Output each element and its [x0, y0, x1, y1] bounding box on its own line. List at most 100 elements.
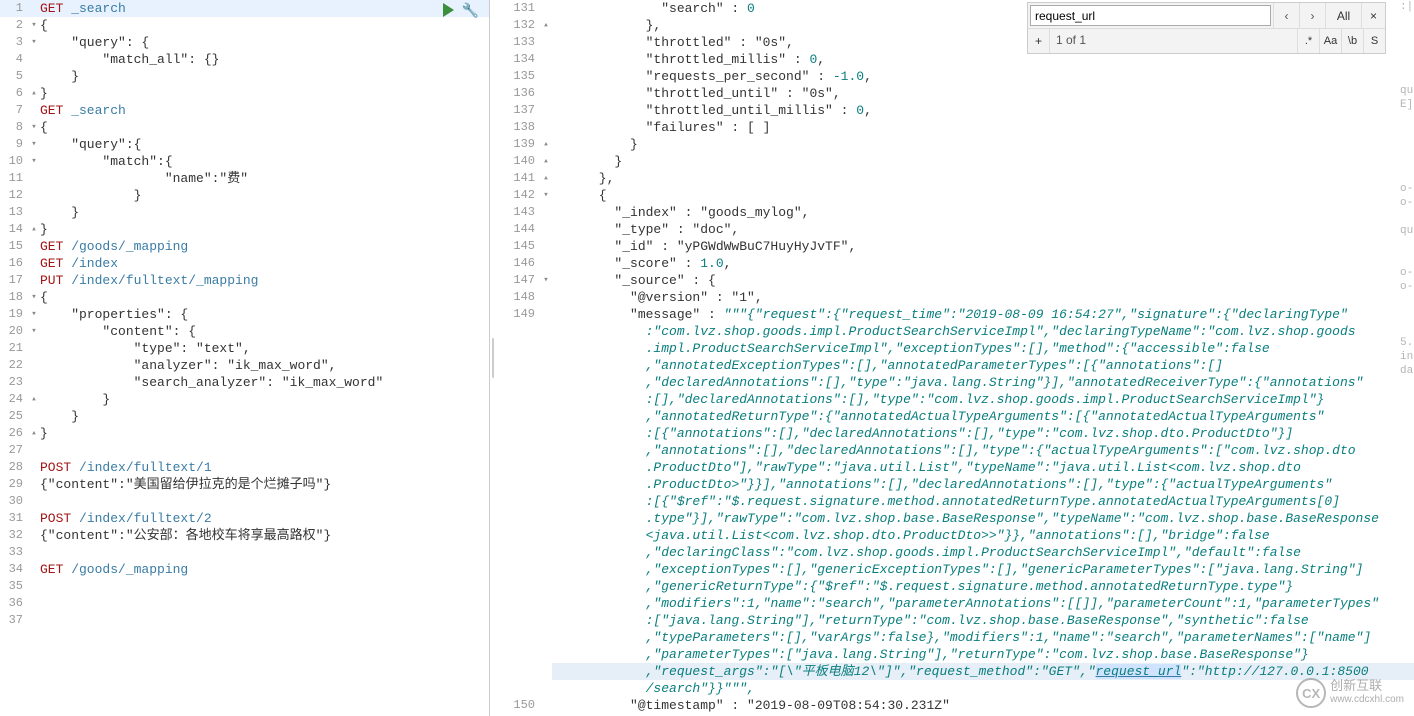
- search-next-button[interactable]: ›: [1299, 3, 1325, 28]
- code-line[interactable]: ,"exceptionTypes":[],"genericExceptionTy…: [496, 561, 1414, 578]
- code-line[interactable]: 8▾{: [0, 119, 489, 136]
- code-line[interactable]: 3▾ "query": {: [0, 34, 489, 51]
- code-line[interactable]: 22 "analyzer": "ik_max_word",: [0, 357, 489, 374]
- code-line[interactable]: ,"annotatedReturnType":{"annotatedActual…: [496, 408, 1414, 425]
- code-line[interactable]: 31POST /index/fulltext/2: [0, 510, 489, 527]
- code-line[interactable]: 143 "_index" : "goods_mylog",: [496, 204, 1414, 221]
- code-line[interactable]: ,"genericReturnType":{"$ref":"$.request.…: [496, 578, 1414, 595]
- fold-icon[interactable]: ▾: [28, 153, 40, 170]
- code-line[interactable]: /search"}}""",: [496, 680, 1414, 697]
- search-expand-button[interactable]: +: [1028, 29, 1050, 53]
- fold-icon[interactable]: ▴: [28, 221, 40, 238]
- code-line[interactable]: 26▴}: [0, 425, 489, 442]
- code-line[interactable]: .impl.ProductSearchServiceImpl","excepti…: [496, 340, 1414, 357]
- fold-icon[interactable]: ▴: [28, 425, 40, 442]
- code-line[interactable]: 146 "_score" : 1.0,: [496, 255, 1414, 272]
- run-icon[interactable]: [443, 3, 454, 17]
- fold-icon[interactable]: ▴: [28, 391, 40, 408]
- code-line[interactable]: 10▾ "match":{: [0, 153, 489, 170]
- code-line[interactable]: 20▾ "content": {: [0, 323, 489, 340]
- code-line[interactable]: ,"declaringClass":"com.lvz.shop.goods.im…: [496, 544, 1414, 561]
- search-prev-button[interactable]: ‹: [1273, 3, 1299, 28]
- code-line[interactable]: 1GET _search: [0, 0, 489, 17]
- code-line[interactable]: :"com.lvz.shop.goods.impl.ProductSearchS…: [496, 323, 1414, 340]
- code-line[interactable]: 5 }: [0, 68, 489, 85]
- code-line[interactable]: 27: [0, 442, 489, 459]
- code-line[interactable]: 15GET /goods/_mapping: [0, 238, 489, 255]
- code-line[interactable]: 21 "type": "text",: [0, 340, 489, 357]
- fold-icon[interactable]: ▾: [28, 34, 40, 51]
- wrench-icon[interactable]: 🔧: [462, 3, 479, 20]
- search-close-button[interactable]: ×: [1361, 3, 1385, 28]
- fold-icon[interactable]: ▾: [28, 17, 40, 34]
- search-word-option[interactable]: \b: [1341, 29, 1363, 53]
- code-line[interactable]: 28POST /index/fulltext/1: [0, 459, 489, 476]
- code-line[interactable]: :["java.lang.String"],"returnType":"com.…: [496, 612, 1414, 629]
- code-line[interactable]: :[{"annotations":[],"declaredAnnotations…: [496, 425, 1414, 442]
- code-line[interactable]: ,"parameterTypes":["java.lang.String"],"…: [496, 646, 1414, 663]
- code-line[interactable]: 25 }: [0, 408, 489, 425]
- code-line[interactable]: .ProductDto>"}}],"annotations":[],"decla…: [496, 476, 1414, 493]
- code-line[interactable]: .type"}],"rawType":"com.lvz.shop.base.Ba…: [496, 510, 1414, 527]
- code-line[interactable]: 144 "_type" : "doc",: [496, 221, 1414, 238]
- code-line[interactable]: 145 "_id" : "yPGWdWwBuC7HuyHyJvTF",: [496, 238, 1414, 255]
- code-line[interactable]: 36: [0, 595, 489, 612]
- code-line[interactable]: 23 "search_analyzer": "ik_max_word": [0, 374, 489, 391]
- code-line[interactable]: 9▾ "query":{: [0, 136, 489, 153]
- fold-icon[interactable]: ▾: [28, 136, 40, 153]
- code-line[interactable]: :[],"declaredAnnotations":[],"type":"com…: [496, 391, 1414, 408]
- fold-icon[interactable]: ▴: [540, 17, 552, 34]
- fold-icon[interactable]: ▴: [540, 170, 552, 187]
- search-regex-option[interactable]: .*: [1297, 29, 1319, 53]
- fold-icon[interactable]: ▾: [540, 272, 552, 289]
- code-line[interactable]: 11 "name":"费": [0, 170, 489, 187]
- code-line[interactable]: 17PUT /index/fulltext/_mapping: [0, 272, 489, 289]
- code-line[interactable]: 18▾{: [0, 289, 489, 306]
- code-line[interactable]: 139▴ }: [496, 136, 1414, 153]
- code-line[interactable]: ,"typeParameters":[],"varArgs":false},"m…: [496, 629, 1414, 646]
- code-line[interactable]: 24▴ }: [0, 391, 489, 408]
- code-line[interactable]: 137 "throttled_until_millis" : 0,: [496, 102, 1414, 119]
- code-line[interactable]: 32{"content":"公安部：各地校车将享最高路权"}: [0, 527, 489, 544]
- search-case-option[interactable]: Aa: [1319, 29, 1341, 53]
- fold-icon[interactable]: ▾: [540, 187, 552, 204]
- code-line[interactable]: ,"request_args":"[\"平板电脑12\"]","request_…: [496, 663, 1414, 680]
- code-line[interactable]: 136 "throttled_until" : "0s",: [496, 85, 1414, 102]
- code-line[interactable]: 29{"content":"美国留给伊拉克的是个烂摊子吗"}: [0, 476, 489, 493]
- code-line[interactable]: 37: [0, 612, 489, 629]
- code-line[interactable]: 30: [0, 493, 489, 510]
- code-line[interactable]: 13 }: [0, 204, 489, 221]
- code-line[interactable]: 6▴}: [0, 85, 489, 102]
- code-line[interactable]: .ProductDto"],"rawType":"java.util.List"…: [496, 459, 1414, 476]
- code-line[interactable]: 150 "@timestamp" : "2019-08-09T08:54:30.…: [496, 697, 1414, 714]
- code-line[interactable]: ,"declaredAnnotations":[],"type":"java.l…: [496, 374, 1414, 391]
- code-line[interactable]: 147▾ "_source" : {: [496, 272, 1414, 289]
- fold-icon[interactable]: ▾: [28, 289, 40, 306]
- code-line[interactable]: 16GET /index: [0, 255, 489, 272]
- fold-icon[interactable]: ▴: [540, 136, 552, 153]
- code-line[interactable]: 135 "requests_per_second" : -1.0,: [496, 68, 1414, 85]
- code-line[interactable]: 138 "failures" : [ ]: [496, 119, 1414, 136]
- code-line[interactable]: :[{"$ref":"$.request.signature.method.an…: [496, 493, 1414, 510]
- code-line[interactable]: ,"annotations":[],"declaredAnnotations":…: [496, 442, 1414, 459]
- code-line[interactable]: 14▴}: [0, 221, 489, 238]
- code-line[interactable]: 35: [0, 578, 489, 595]
- search-input[interactable]: [1030, 5, 1271, 26]
- code-line[interactable]: 142▾ {: [496, 187, 1414, 204]
- code-line[interactable]: 12 }: [0, 187, 489, 204]
- fold-icon[interactable]: ▾: [28, 119, 40, 136]
- code-line[interactable]: <java.util.List<com.lvz.shop.dto.Product…: [496, 527, 1414, 544]
- code-line[interactable]: ,"annotatedExceptionTypes":[],"annotated…: [496, 357, 1414, 374]
- fold-icon[interactable]: ▴: [28, 85, 40, 102]
- code-line[interactable]: 2▾{: [0, 17, 489, 34]
- code-line[interactable]: 19▾ "properties": {: [0, 306, 489, 323]
- code-line[interactable]: 33: [0, 544, 489, 561]
- code-line[interactable]: 140▴ }: [496, 153, 1414, 170]
- code-line[interactable]: 141▴ },: [496, 170, 1414, 187]
- code-line[interactable]: ,"modifiers":1,"name":"search","paramete…: [496, 595, 1414, 612]
- fold-icon[interactable]: ▴: [540, 153, 552, 170]
- code-line[interactable]: 148 "@version" : "1",: [496, 289, 1414, 306]
- search-selection-option[interactable]: S: [1363, 29, 1385, 53]
- code-line[interactable]: 4 "match_all": {}: [0, 51, 489, 68]
- search-all-button[interactable]: All: [1325, 3, 1361, 28]
